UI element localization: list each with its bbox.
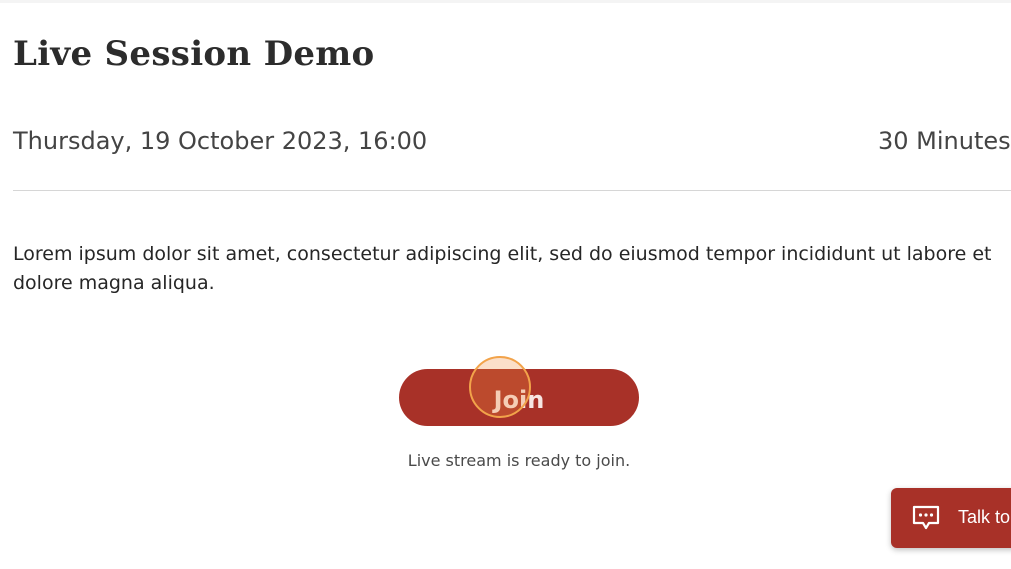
top-border	[0, 0, 1011, 3]
session-duration: 30 Minutes	[878, 127, 1011, 155]
session-meta: Thursday, 19 October 2023, 16:00 30 Minu…	[13, 127, 1011, 161]
page-title: Live Session Demo	[13, 34, 375, 74]
session-description: Lorem ipsum dolor sit amet, consectetur …	[13, 243, 992, 294]
chat-bubble-icon	[912, 505, 940, 530]
talk-to-us-button[interactable]: Talk to us	[891, 488, 1011, 548]
talk-to-us-label: Talk to us	[958, 507, 1011, 527]
stream-status-text: Live stream is ready to join.	[407, 451, 631, 470]
divider	[13, 190, 1011, 191]
session-page: Live Session Demo Thursday, 19 October 2…	[0, 0, 1011, 569]
join-button[interactable]: Join	[399, 369, 639, 426]
session-datetime: Thursday, 19 October 2023, 16:00	[13, 127, 428, 155]
